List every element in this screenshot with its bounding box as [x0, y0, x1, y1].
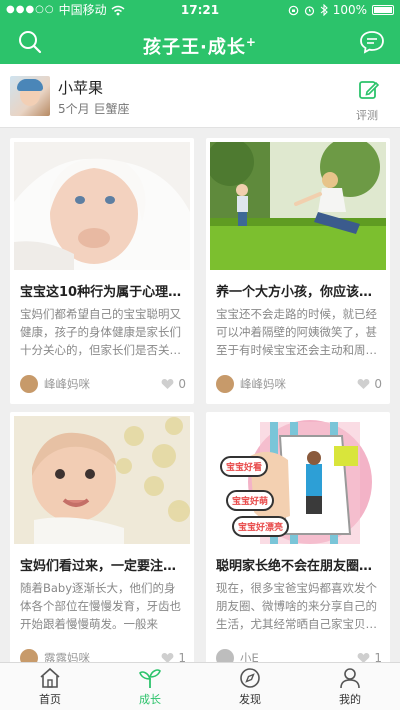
alarm-icon	[304, 5, 314, 16]
baby-avatar	[10, 76, 50, 116]
page-title: 孩子王·成长+	[0, 20, 400, 70]
poster-text: 宝宝好萌	[232, 497, 269, 507]
bottom-tab-bar: 首页 成长 发现 我的	[0, 662, 400, 710]
baby-name: 小苹果	[58, 79, 104, 97]
article-image: 宝宝好看 宝宝好萌 宝宝好漂亮	[210, 416, 386, 544]
article-card[interactable]: 宝宝好看 宝宝好萌 宝宝好漂亮 聪明家长绝不会在朋友圈晒… 现在，很多宝爸宝妈都…	[206, 412, 390, 678]
status-bar: ●●●○○ 中国移动 17:21 100%	[0, 0, 400, 20]
heart-icon	[161, 379, 174, 389]
article-title: 宝妈们看过来，一定要注意…	[20, 559, 186, 574]
article-image	[210, 142, 386, 270]
heart-icon	[357, 379, 370, 389]
article-summary: 宝宝还不会走路的时候，就已经可以冲着隔壁的阿姨微笑了，甚至于有时候宝宝还会主动和…	[216, 307, 377, 357]
poster-bubble: 宝宝好看	[220, 456, 269, 477]
article-summary: 现在，很多宝爸宝妈都喜欢发个朋友圈、微博啥的来分享自己的生活，尤其经常晒自己家宝…	[216, 581, 377, 631]
evaluate-button[interactable]: 评测	[356, 78, 382, 123]
article-card[interactable]: 宝宝这10种行为属于心理问… 宝妈们都希望自己的宝宝聪明又健康，孩子的身体健康是…	[10, 138, 194, 404]
author-name: 峰峰妈咪	[240, 377, 286, 391]
top-bar: ●●●○○ 中国移动 17:21 100% 孩子王·成长+	[0, 0, 400, 64]
app-screen: ●●●○○ 中国移动 17:21 100% 孩子王·成长+ 小苹果 5个月 巨蟹…	[0, 0, 400, 710]
like-number: 0	[374, 377, 382, 391]
poster-bubble: 宝宝好漂亮	[232, 516, 290, 537]
compass-icon	[240, 667, 260, 688]
sprout-icon	[139, 668, 161, 688]
tab-label: 发现	[239, 692, 261, 706]
home-icon	[40, 667, 60, 688]
article-summary: 随着Baby逐渐长大，他们的身体各个部位在慢慢发育，牙齿也开始跟着慢慢萌发。一般…	[20, 581, 181, 631]
poster-text: 宝宝好看	[226, 463, 263, 473]
battery-icon	[372, 5, 394, 15]
article-image	[14, 142, 190, 270]
evaluate-label: 评测	[356, 109, 378, 122]
article-summary: 宝妈们都希望自己的宝宝聪明又健康，孩子的身体健康是家长们十分关心的，但家长们是否…	[20, 307, 181, 357]
app-header: 孩子王·成长+	[0, 20, 400, 64]
status-right: 100%	[288, 0, 394, 20]
message-icon[interactable]	[358, 28, 386, 56]
baby-info: 5个月 巨蟹座	[58, 102, 130, 116]
tab-discover[interactable]: 发现	[200, 663, 300, 710]
poster-bubble: 宝宝好萌	[226, 490, 275, 511]
tab-label: 首页	[39, 692, 61, 706]
rotation-lock-icon	[288, 5, 298, 15]
poster-text: 宝宝好漂亮	[238, 523, 284, 533]
like-count[interactable]: 0	[161, 377, 186, 391]
tab-label: 我的	[339, 692, 361, 706]
article-title: 聪明家长绝不会在朋友圈晒…	[216, 559, 382, 574]
author-name: 峰峰妈咪	[44, 377, 90, 391]
baby-profile[interactable]: 小苹果 5个月 巨蟹座 评测	[0, 64, 400, 128]
article-title: 宝宝这10种行为属于心理问…	[20, 285, 186, 300]
edit-icon	[359, 81, 380, 99]
article-author: 峰峰妈咪	[20, 375, 90, 393]
like-count[interactable]: 0	[357, 377, 382, 391]
like-number: 0	[178, 377, 186, 391]
battery-percent: 100%	[332, 3, 367, 17]
article-card[interactable]: 养一个大方小孩，你应该这… 宝宝还不会走路的时候，就已经可以冲着隔壁的阿姨微笑了…	[206, 138, 390, 404]
author-avatar	[20, 375, 38, 393]
article-image	[14, 416, 190, 544]
article-card[interactable]: 宝妈们看过来，一定要注意… 随着Baby逐渐长大，他们的身体各个部位在慢慢发育，…	[10, 412, 194, 678]
article-title: 养一个大方小孩，你应该这…	[216, 285, 382, 300]
tab-growth[interactable]: 成长	[100, 663, 200, 710]
person-icon	[340, 667, 360, 688]
bluetooth-icon	[320, 4, 328, 16]
tab-label: 成长	[139, 692, 161, 706]
page-title-suffix: +	[245, 35, 257, 49]
tab-mine[interactable]: 我的	[300, 663, 400, 710]
tab-home[interactable]: 首页	[0, 663, 100, 710]
article-author: 峰峰妈咪	[216, 375, 286, 393]
page-title-text: 孩子王·成长	[143, 37, 246, 58]
author-avatar	[216, 375, 234, 393]
